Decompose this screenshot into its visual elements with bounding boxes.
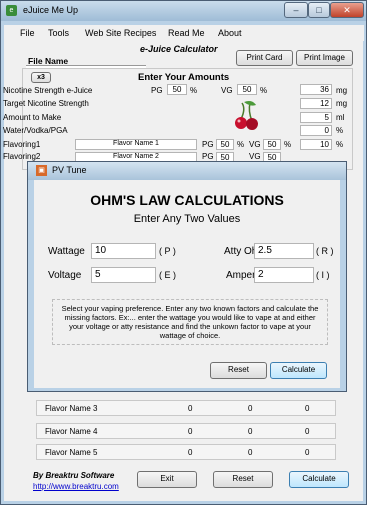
nicotine-input[interactable]: 36 <box>300 84 332 95</box>
pv-tune-dialog: ▣ PV Tune OHM'S LAW CALCULATIONS Enter A… <box>27 161 347 392</box>
amount-label: Amount to Make <box>3 113 62 122</box>
flavor-row-name: Flavor Name 3 <box>45 404 98 413</box>
amperage-unit: ( I ) <box>316 270 330 280</box>
voltage-input[interactable]: 5 <box>91 267 156 283</box>
dialog-title: PV Tune <box>52 165 87 175</box>
cherry-icon <box>235 101 258 130</box>
target-label: Target Nicotine Strength <box>3 99 89 108</box>
flavor-row-value-c: 0 <box>305 427 310 436</box>
calculate-button[interactable]: Calculate <box>289 471 349 488</box>
instructions-text: Select your vaping preference. Enter any… <box>52 299 328 345</box>
ohms-unit: ( R ) <box>316 246 334 256</box>
flavor-row-value-a: 0 <box>188 427 193 436</box>
flavor1-name-input[interactable]: Flavor Name 1 <box>75 139 197 150</box>
print-card-button[interactable]: Print Card <box>236 50 293 66</box>
menu-tools[interactable]: Tools <box>48 28 69 38</box>
maximize-button[interactable]: □ <box>308 2 330 18</box>
vg-percent: % <box>260 86 268 95</box>
ohms-input[interactable]: 2.5 <box>254 243 314 259</box>
flavor1-input[interactable]: 10 <box>300 139 332 150</box>
target-unit: mg <box>336 99 348 108</box>
window-title: eJuice Me Up <box>23 5 79 15</box>
author-label: By Breaktru Software <box>33 471 115 480</box>
flavor-row-value-b: 0 <box>248 404 253 413</box>
dialog-calculate-button[interactable]: Calculate <box>270 362 327 379</box>
amounts-heading: Enter Your Amounts <box>138 72 230 83</box>
flavor2-pg-label: PG <box>202 152 214 161</box>
dialog-title-bar[interactable]: ▣ PV Tune <box>28 162 346 180</box>
flavor-row-value-b: 0 <box>248 448 253 457</box>
flavor-row-value-a: 0 <box>188 448 193 457</box>
flavor-row-name: Flavor Name 5 <box>45 448 98 457</box>
menu-about[interactable]: About <box>218 28 242 38</box>
flavoring2-label: Flavoring2 <box>3 152 41 161</box>
minimize-button[interactable]: – <box>284 2 308 18</box>
flavor-row-value-c: 0 <box>305 448 310 457</box>
pg-percent: % <box>190 86 198 95</box>
water-label: Water/Vodka/PGA <box>3 126 68 135</box>
amperage-input[interactable]: 2 <box>254 267 314 283</box>
close-button[interactable]: ✕ <box>330 2 364 18</box>
dialog-client-area: OHM'S LAW CALCULATIONS Enter Any Two Val… <box>34 180 340 388</box>
wattage-input[interactable]: 10 <box>91 243 156 259</box>
wattage-label: Wattage <box>48 246 85 257</box>
calculator-title: e-Juice Calculator <box>140 44 218 54</box>
reset-button[interactable]: Reset <box>213 471 273 488</box>
ohms-law-subheading: Enter Any Two Values <box>133 213 241 225</box>
flavor1-pg-input[interactable]: 50 <box>216 139 234 150</box>
flavor1-vg-label: VG <box>249 140 261 149</box>
flavor1-unit: % <box>336 140 344 149</box>
dialog-app-icon: ▣ <box>36 165 47 176</box>
flavor1-vg-input[interactable]: 50 <box>263 139 281 150</box>
menu-bar: File Tools Web Site Recipes Read Me Abou… <box>4 25 364 41</box>
exit-button[interactable]: Exit <box>137 471 197 488</box>
website-link[interactable]: http://www.breaktru.com <box>33 482 119 491</box>
menu-web-site-recipes[interactable]: Web Site Recipes <box>85 28 156 38</box>
menu-file[interactable]: File <box>20 28 35 38</box>
menu-read-me[interactable]: Read Me <box>168 28 205 38</box>
wattage-unit: ( P ) <box>159 246 176 256</box>
flavor-row-value-b: 0 <box>248 427 253 436</box>
flavor1-vg-percent: % <box>284 140 292 149</box>
voltage-unit: ( E ) <box>159 270 176 280</box>
vg-label: VG <box>221 86 233 95</box>
flavor1-pg-percent: % <box>237 140 245 149</box>
flavor2-vg-label: VG <box>249 152 261 161</box>
target-input[interactable]: 12 <box>300 98 332 109</box>
app-icon: e <box>6 5 17 16</box>
amount-input[interactable]: 5 <box>300 112 332 123</box>
flavor1-pg-label: PG <box>202 140 214 149</box>
nicotine-unit: mg <box>336 86 348 95</box>
title-bar[interactable]: e eJuice Me Up – □ ✕ <box>1 1 366 21</box>
pg-input[interactable]: 50 <box>167 84 187 95</box>
water-input[interactable]: 0 <box>300 125 332 136</box>
water-unit: % <box>336 126 344 135</box>
vg-input[interactable]: 50 <box>237 84 257 95</box>
amount-unit: ml <box>336 113 345 122</box>
dialog-reset-button[interactable]: Reset <box>210 362 267 379</box>
multiplier-button[interactable]: x3 <box>31 72 51 83</box>
pg-label: PG <box>151 86 163 95</box>
flavor-row-name: Flavor Name 4 <box>45 427 98 436</box>
print-image-button[interactable]: Print Image <box>296 50 353 66</box>
ohms-law-heading: OHM'S LAW CALCULATIONS <box>90 192 284 208</box>
flavor-row-value-a: 0 <box>188 404 193 413</box>
nicotine-label: Nicotine Strength e-Juice <box>3 86 93 95</box>
voltage-label: Voltage <box>48 270 82 281</box>
flavor-row-value-c: 0 <box>305 404 310 413</box>
flavoring1-label: Flavoring1 <box>3 140 41 149</box>
